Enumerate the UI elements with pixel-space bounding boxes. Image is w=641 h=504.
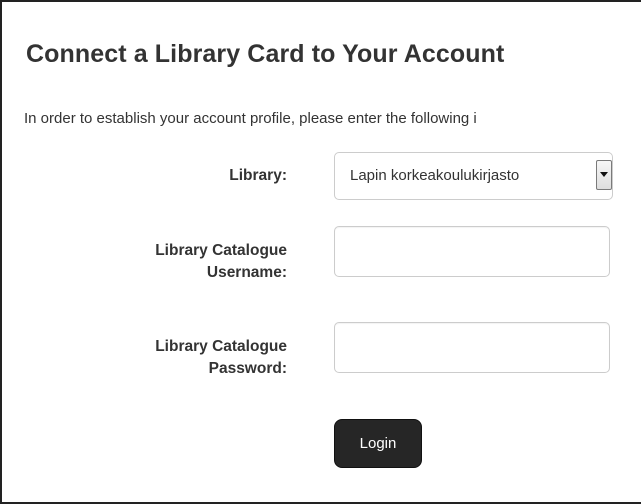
password-label-line2: Password: bbox=[208, 360, 287, 377]
password-input[interactable] bbox=[334, 322, 610, 373]
library-select[interactable]: Lapin korkeakoulukirjasto bbox=[334, 152, 613, 200]
login-button[interactable]: Login bbox=[334, 419, 422, 468]
username-input[interactable] bbox=[334, 226, 610, 277]
password-label: Library Catalogue Password: bbox=[87, 336, 287, 380]
triangle-down-icon bbox=[600, 172, 608, 177]
page-title: Connect a Library Card to Your Account bbox=[26, 40, 505, 68]
username-label-line2: Username: bbox=[206, 264, 287, 281]
password-label-line1: Library Catalogue bbox=[155, 338, 287, 355]
intro-text: In order to establish your account profi… bbox=[24, 110, 477, 127]
library-select-value: Lapin korkeakoulukirjasto bbox=[350, 167, 520, 184]
login-panel: Connect a Library Card to Your Account I… bbox=[0, 0, 641, 504]
library-label-text: Library: bbox=[229, 167, 287, 184]
select-dropdown-button[interactable] bbox=[596, 160, 612, 190]
library-label: Library: bbox=[87, 165, 287, 187]
username-label-line1: Library Catalogue bbox=[155, 242, 287, 259]
username-label: Library Catalogue Username: bbox=[87, 240, 287, 284]
